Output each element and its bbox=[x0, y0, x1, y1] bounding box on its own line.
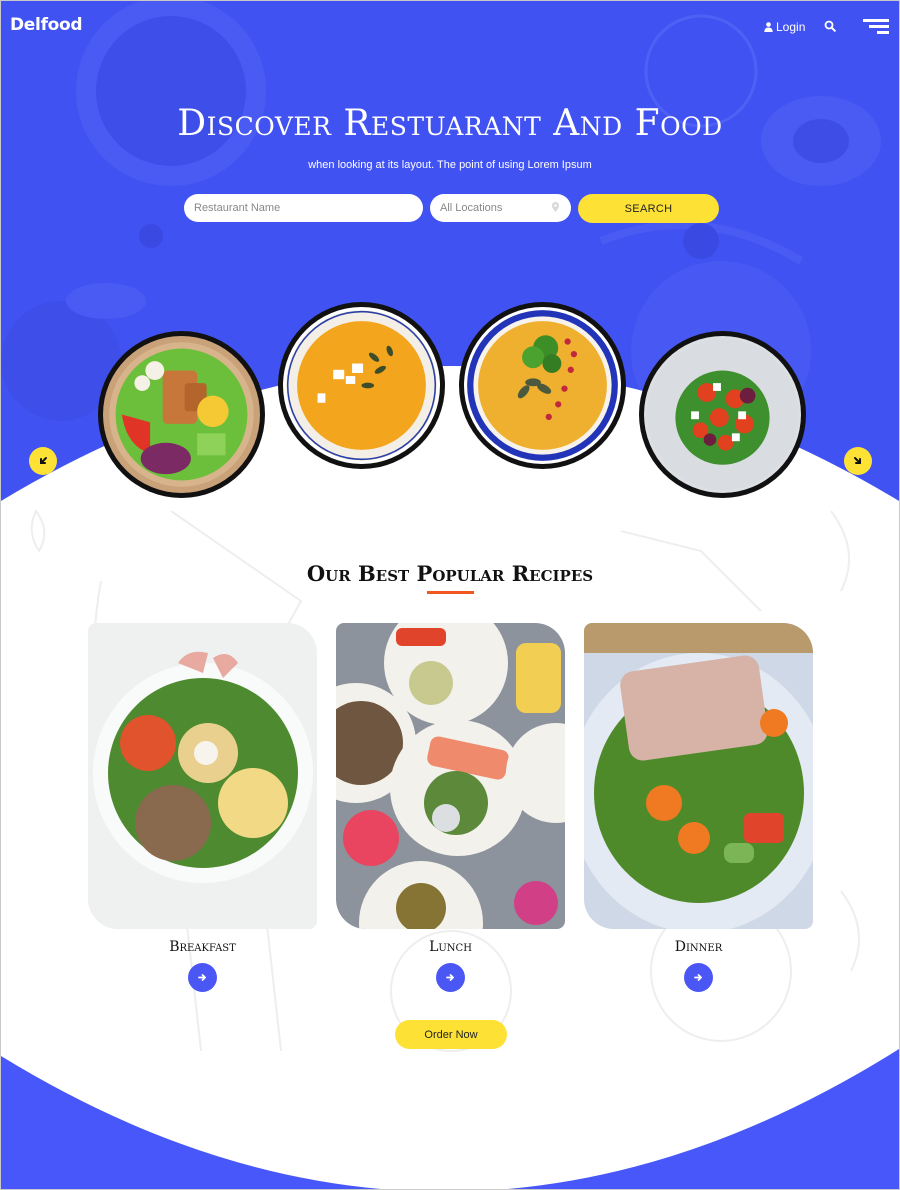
breakfast-bowl-image bbox=[88, 623, 317, 929]
footer-blue-curve bbox=[1, 1049, 899, 1189]
arrow-right-icon bbox=[446, 974, 455, 981]
search-icon[interactable] bbox=[824, 20, 836, 32]
dinner-salad-image bbox=[584, 623, 813, 929]
hero-subtitle: when looking at its layout. The point of… bbox=[308, 159, 592, 171]
recipe-image-dinner[interactable] bbox=[584, 623, 813, 929]
recipe-label-breakfast: Breakfast bbox=[169, 939, 236, 955]
hamburger-menu-icon[interactable] bbox=[863, 19, 889, 35]
login-label: Login bbox=[776, 20, 806, 34]
arrow-left-icon bbox=[40, 457, 47, 464]
dinner-go-button[interactable] bbox=[684, 963, 713, 992]
section-title: Our Best Popular Recipes bbox=[306, 561, 594, 586]
carousel-dish[interactable] bbox=[278, 302, 445, 469]
title-underline bbox=[427, 591, 474, 594]
arrow-right-icon bbox=[854, 457, 861, 464]
recipe-label-lunch: Lunch bbox=[429, 939, 472, 955]
search-button[interactable]: SEARCH bbox=[578, 194, 719, 223]
restaurant-name-input[interactable] bbox=[184, 194, 423, 222]
tofu-salad-image bbox=[109, 342, 254, 487]
arrow-right-icon bbox=[694, 974, 703, 981]
carousel-next-button[interactable] bbox=[844, 447, 872, 475]
recipe-image-breakfast[interactable] bbox=[88, 623, 317, 929]
squash-soup-image bbox=[467, 310, 618, 461]
search-bar: SEARCH bbox=[184, 194, 719, 223]
location-input[interactable] bbox=[430, 194, 571, 222]
breakfast-go-button[interactable] bbox=[188, 963, 217, 992]
carousel-prev-button[interactable] bbox=[29, 447, 57, 475]
page: Delfood Login Discover Restuarant And Fo… bbox=[1, 1, 899, 1189]
user-icon bbox=[764, 22, 773, 32]
tomato-salad-image bbox=[647, 339, 798, 490]
recipe-image-lunch[interactable] bbox=[336, 623, 565, 929]
location-field bbox=[430, 194, 571, 222]
carousel-dish[interactable] bbox=[98, 331, 265, 498]
map-pin-icon bbox=[552, 202, 559, 212]
login-link[interactable]: Login bbox=[764, 20, 805, 34]
recipe-label-dinner: Dinner bbox=[674, 939, 723, 955]
lunch-go-button[interactable] bbox=[436, 963, 465, 992]
pumpkin-soup-image bbox=[286, 310, 437, 461]
hero-title: Discover Restuarant And Food bbox=[177, 103, 723, 144]
lunch-spread-image bbox=[336, 623, 565, 929]
hero-section: Delfood Login Discover Restuarant And Fo… bbox=[1, 1, 899, 521]
brand-logo[interactable]: Delfood bbox=[10, 15, 83, 35]
carousel-dish[interactable] bbox=[459, 302, 626, 469]
arrow-right-icon bbox=[198, 974, 207, 981]
carousel-dish[interactable] bbox=[639, 331, 806, 498]
